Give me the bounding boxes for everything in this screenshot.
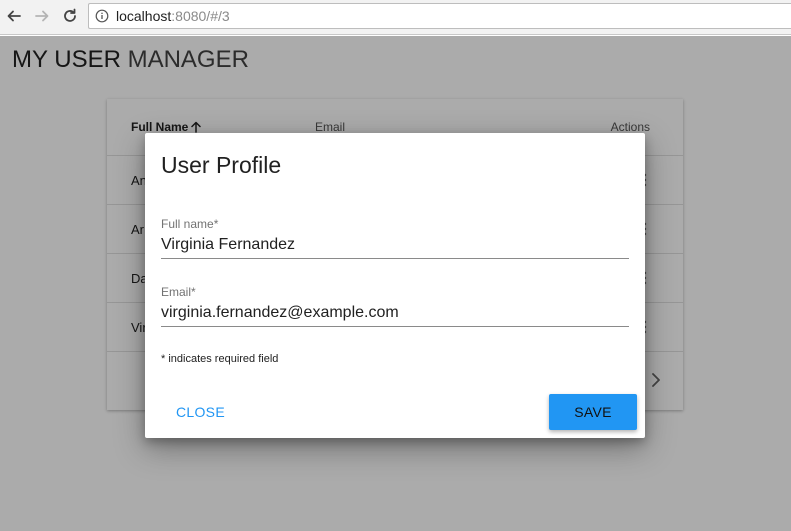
- reload-button[interactable]: [59, 5, 81, 27]
- url-text: localhost:8080/#/3: [116, 8, 230, 25]
- save-button[interactable]: SAVE: [549, 394, 637, 430]
- browser-toolbar: localhost:8080/#/3: [0, 0, 791, 35]
- arrow-left-icon: [7, 10, 21, 22]
- email-input[interactable]: [161, 302, 629, 324]
- arrow-right-icon: [35, 10, 49, 22]
- full-name-field[interactable]: Full name*: [161, 217, 629, 259]
- dialog-title: User Profile: [161, 152, 282, 178]
- full-name-label: Full name*: [161, 217, 219, 231]
- close-button[interactable]: CLOSE: [163, 394, 231, 430]
- full-name-input[interactable]: [161, 234, 629, 256]
- email-label: Email*: [161, 285, 196, 299]
- required-field-note: * indicates required field: [161, 353, 279, 365]
- reload-icon: [64, 8, 76, 22]
- email-field[interactable]: Email*: [161, 285, 629, 327]
- user-profile-dialog: User Profile Full name* Email* * indicat…: [145, 133, 645, 438]
- info-icon: [95, 9, 109, 23]
- back-button[interactable]: [3, 5, 25, 27]
- url-path: :8080/#/3: [171, 8, 230, 24]
- address-bar[interactable]: localhost:8080/#/3: [88, 3, 791, 29]
- url-host: localhost: [116, 8, 172, 24]
- forward-button[interactable]: [31, 5, 53, 27]
